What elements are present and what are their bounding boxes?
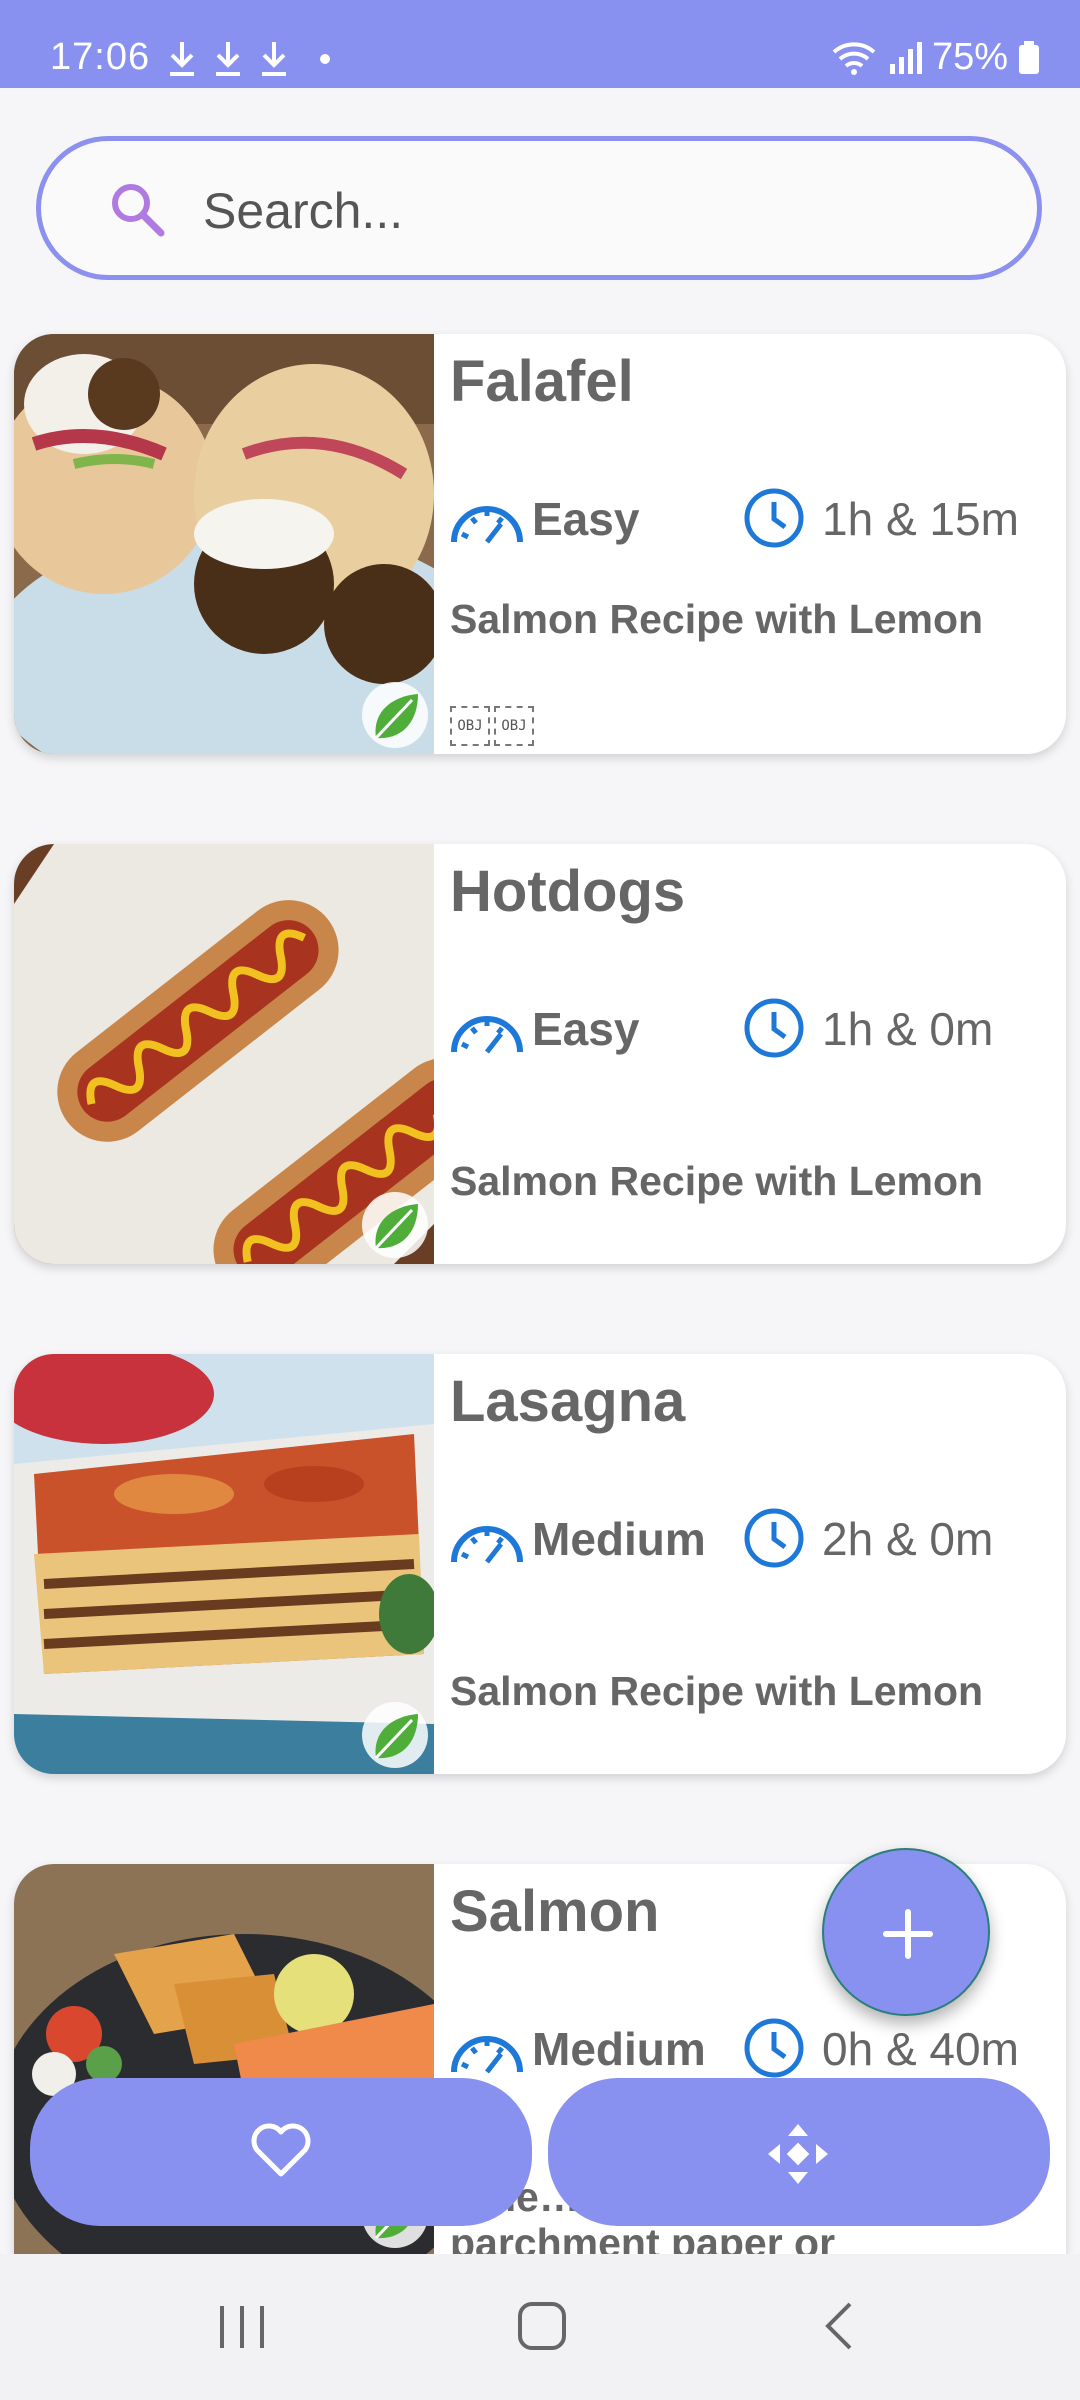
object-placeholder: OBJ — [494, 706, 534, 746]
cook-time: 0h & 40m — [822, 2023, 1019, 2075]
difficulty-label: Easy — [532, 493, 640, 545]
search-icon — [112, 184, 165, 237]
recipe-description: Salmon Recipe with Lemon — [450, 1668, 984, 1714]
recipe-title: Hotdogs — [450, 859, 686, 924]
download-icon — [216, 42, 240, 76]
add-recipe-button[interactable] — [822, 1848, 990, 2016]
cook-time: 2h & 0m — [822, 1513, 994, 1565]
recipe-image — [14, 334, 434, 754]
vegetarian-leaf-icon — [362, 1192, 428, 1258]
recipe-title: Salmon — [450, 1879, 660, 1944]
back-icon[interactable] — [820, 2300, 860, 2352]
recipe-card[interactable]: Hotdogs Easy 1h & 0m Salmon Recipe with … — [14, 844, 1066, 1264]
download-icon — [262, 42, 286, 76]
recent-apps-icon[interactable] — [214, 2302, 270, 2352]
status-bar: 17:06 75% — [0, 0, 1080, 88]
home-icon[interactable] — [514, 2298, 570, 2354]
wifi-icon — [832, 41, 876, 75]
difficulty-gauge-icon — [451, 1526, 523, 1564]
search-bar[interactable] — [36, 136, 1042, 280]
recipe-image — [14, 844, 434, 1264]
move-arrows-icon — [768, 2124, 828, 2184]
download-notifications — [166, 40, 330, 78]
system-navigation-bar — [0, 2254, 1080, 2400]
cook-time: 1h & 0m — [822, 1003, 994, 1055]
difficulty-label: Medium — [532, 1513, 706, 1565]
status-time: 17:06 — [50, 36, 151, 78]
difficulty-label: Easy — [532, 1003, 640, 1055]
recipe-description: Salmon Recipe with Lemon — [450, 1158, 984, 1204]
clock-icon — [744, 1508, 804, 1568]
plus-icon — [883, 1909, 933, 1959]
difficulty-label: Medium — [532, 2023, 706, 2075]
vegetarian-leaf-icon — [362, 1702, 428, 1768]
object-placeholders: OBJ OBJ — [450, 706, 534, 746]
favorites-button[interactable] — [30, 2078, 532, 2226]
download-icon — [170, 42, 194, 76]
recipe-description: Salmon Recipe with Lemon — [450, 596, 984, 642]
difficulty-gauge-icon — [451, 2036, 523, 2074]
notification-dot-icon — [320, 54, 330, 64]
vegetarian-leaf-icon — [362, 682, 428, 748]
object-placeholder: OBJ — [450, 706, 490, 746]
recipe-title: Lasagna — [450, 1369, 686, 1434]
battery-percentage: 75% — [931, 36, 1008, 78]
cook-time: 1h & 15m — [822, 493, 1019, 545]
recipe-card[interactable]: Lasagna Medium 2h & 0m Salmon Recipe wit… — [14, 1354, 1066, 1774]
recipe-image — [14, 1354, 434, 1774]
clock-icon — [744, 488, 804, 548]
difficulty-gauge-icon — [451, 506, 523, 544]
clock-icon — [744, 998, 804, 1058]
search-input[interactable] — [203, 171, 983, 251]
signal-icon — [889, 41, 922, 74]
difficulty-gauge-icon — [451, 1016, 523, 1054]
recipe-title: Falafel — [450, 349, 634, 414]
categories-button[interactable] — [548, 2078, 1050, 2226]
recipe-card[interactable]: Falafel Easy 1h & 15m Salmon Recipe with… — [14, 334, 1066, 754]
clock-icon — [744, 2018, 804, 2078]
battery-icon — [1019, 40, 1039, 74]
status-right: 75% — [830, 36, 1040, 79]
heart-icon — [251, 2123, 311, 2177]
